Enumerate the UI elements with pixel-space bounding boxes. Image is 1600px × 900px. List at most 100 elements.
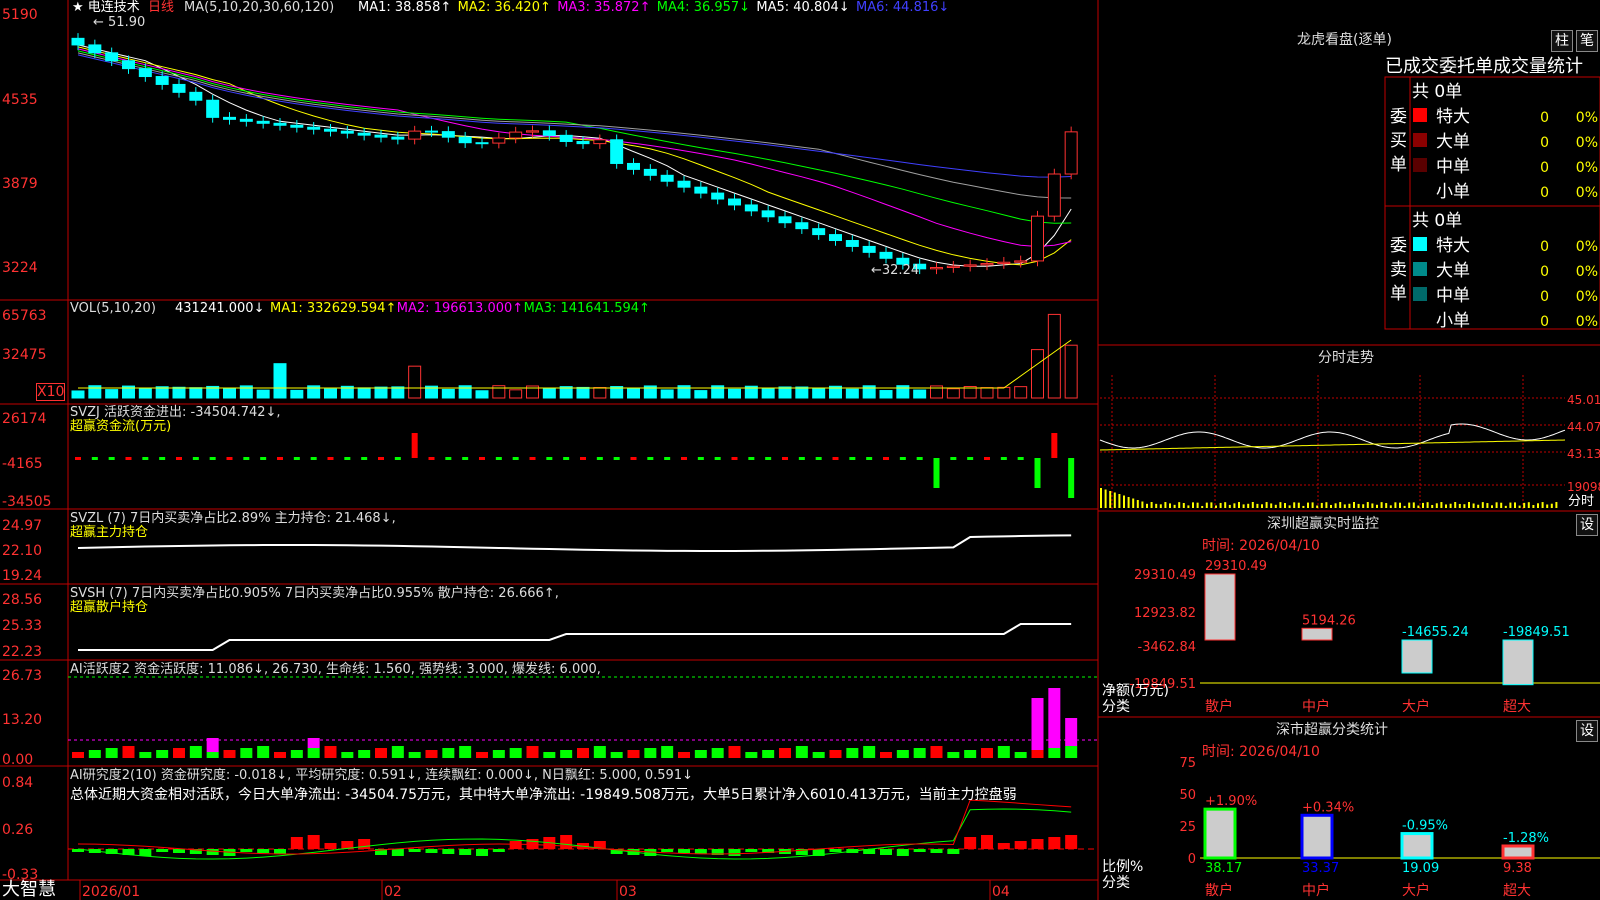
x-tick-label: 2026/01 (82, 884, 140, 900)
class-axis-label2: 分类 (1102, 875, 1130, 891)
flow-bar (91, 457, 98, 460)
candle (223, 116, 236, 120)
monitor-value: -19849.51 (1503, 625, 1570, 640)
fs-tick: 43.13 (1567, 447, 1600, 461)
volume-ma (78, 339, 1072, 389)
candle (458, 136, 472, 144)
price-tick: 3224 (2, 260, 38, 276)
activity-bar (577, 748, 589, 758)
monitor-settings-button[interactable]: 设 (1576, 514, 1598, 536)
price-tick: 5190 (2, 7, 38, 23)
research-bar (358, 839, 371, 849)
candle (711, 192, 725, 200)
intraday-volume (1371, 503, 1374, 508)
research-bar (829, 849, 842, 852)
candle (930, 267, 943, 270)
intraday-volume (1527, 502, 1530, 508)
research-bar (1031, 839, 1044, 849)
candle (441, 131, 455, 138)
candle (997, 261, 1011, 265)
activity-bar (644, 748, 657, 758)
intraday-volume (1178, 502, 1181, 508)
research-bar (661, 849, 674, 852)
volume-bar (778, 386, 792, 399)
candle (660, 174, 674, 182)
candle (492, 137, 506, 144)
svsh-tick: 28.56 (2, 592, 43, 608)
volume-bar (374, 386, 388, 399)
flow-bar (765, 457, 772, 460)
high-annotation: ← 51.90 (93, 15, 145, 30)
flow-bar (1000, 457, 1007, 460)
flow-bar (664, 457, 671, 460)
candle (862, 245, 876, 253)
intraday-volume (1353, 502, 1355, 508)
class-category: 大户 (1402, 882, 1430, 899)
ma-legend-item: MA1: 38.858↑ (358, 0, 451, 15)
period-label: 日线 (148, 0, 174, 15)
x-tick-label: 02 (384, 884, 402, 900)
flow-bar (1068, 458, 1075, 498)
intraday-volume (1132, 498, 1135, 508)
candle (189, 91, 203, 101)
activity-bar (745, 752, 758, 758)
stock-chart[interactable]: ← 51.90 ←32.24 ★ 电连技术 日线 MA(5,10,20,30,60,12… (0, 0, 1600, 900)
activity-bar (593, 746, 606, 758)
volume-bar (795, 386, 809, 399)
intraday-volume (1284, 503, 1286, 508)
candle (1014, 260, 1028, 263)
intraday-volume (1385, 503, 1388, 508)
intraday-volume (1491, 505, 1493, 508)
volume-bar (627, 388, 640, 399)
svzj-legend: SVZJ 活跃资金进出: -34504.742↓, (70, 404, 281, 420)
volume-bar (71, 390, 85, 399)
bar-mode-button[interactable]: 柱 (1551, 30, 1573, 52)
volume-bar (1031, 349, 1044, 399)
intraday-volume (1330, 504, 1332, 508)
tick-mode-button[interactable]: 笔 (1576, 30, 1598, 52)
activity-bar (610, 752, 623, 758)
volume-bar (997, 386, 1011, 399)
intraday-volume (1146, 503, 1148, 508)
low-annotation: ←32.24 (871, 263, 919, 278)
research-line (77, 799, 1072, 855)
class-settings-button[interactable]: 设 (1576, 720, 1598, 742)
intraday-volume (1123, 495, 1125, 508)
research-bar (745, 849, 758, 852)
intraday-volume (1187, 505, 1190, 508)
research-bar (997, 843, 1010, 849)
intraday-volume (1256, 503, 1259, 508)
candle (71, 37, 85, 46)
intraday-volume (1343, 504, 1346, 508)
class-pct: 33.37 (1302, 861, 1339, 876)
class-pct: 19.09 (1402, 861, 1439, 876)
activity-bar (1065, 718, 1078, 746)
activity-bar (762, 750, 775, 758)
research-bar (880, 849, 892, 855)
intraday-volume (1261, 504, 1263, 508)
intraday-volume (1242, 504, 1245, 508)
buy-row-pct: 0% (1576, 160, 1598, 176)
volume-bar (694, 390, 708, 399)
class-pct: 9.38 (1503, 861, 1532, 876)
volume-bar (391, 386, 405, 399)
buy-swatch (1413, 133, 1427, 147)
svzj-sub: 超赢资金流(万元) (70, 418, 171, 434)
intraday-volume (1302, 505, 1305, 508)
volume-bar (1064, 344, 1078, 399)
activity-bar (694, 750, 707, 758)
research-bar (913, 849, 926, 852)
activity-bar (156, 750, 169, 758)
activity-bar (779, 748, 791, 758)
research-bar (156, 849, 169, 852)
sell-row-pct: 0% (1576, 314, 1598, 330)
activity-bar (1031, 750, 1044, 758)
intraday-volume (1265, 502, 1268, 508)
sell-row-name: 特大 (1436, 236, 1470, 256)
intraday-volume (1426, 502, 1429, 508)
activity-bar (896, 750, 909, 758)
sell-row-pct: 0% (1576, 239, 1598, 255)
activity-bar (543, 752, 556, 758)
flow-bar (580, 457, 586, 460)
sell-row-pct: 0% (1576, 289, 1598, 305)
